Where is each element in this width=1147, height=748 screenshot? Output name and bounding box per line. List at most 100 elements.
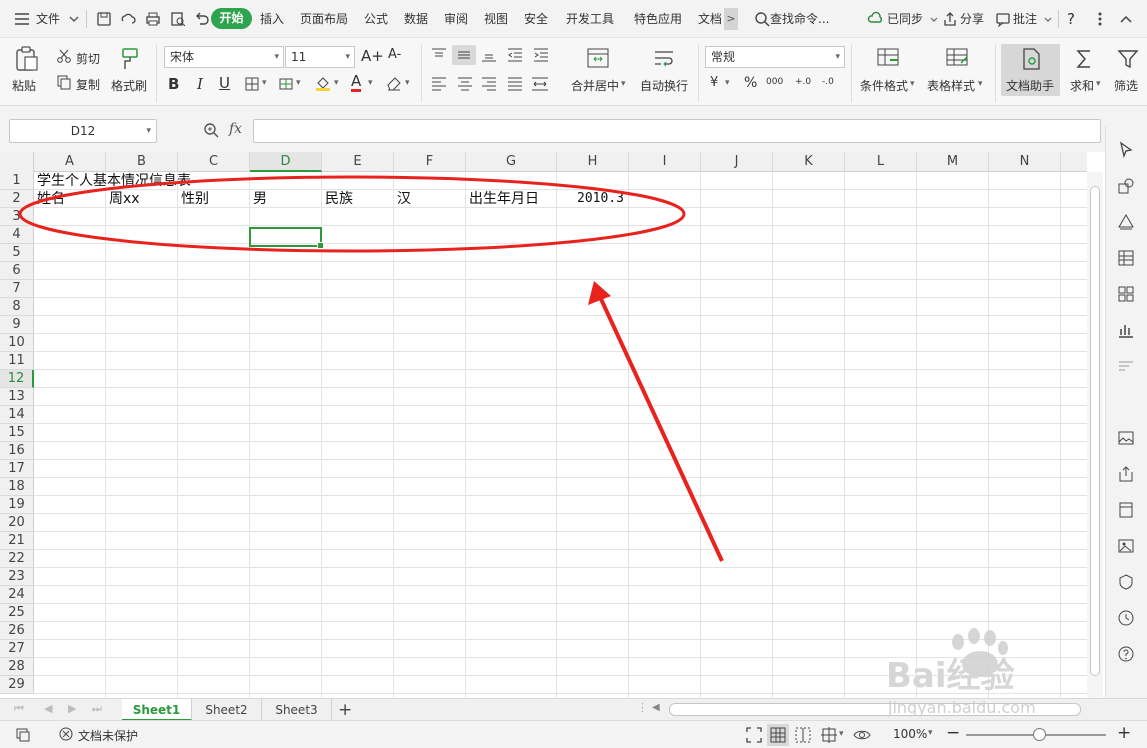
table-style-icon[interactable]: [945, 46, 971, 70]
font-size-select[interactable]: 11 ▾: [285, 46, 355, 68]
column-header-f[interactable]: F: [394, 152, 466, 172]
tab-data[interactable]: 数据: [404, 9, 428, 29]
format-painter-icon[interactable]: [118, 46, 142, 72]
number-format-select[interactable]: 常规 ▾: [705, 46, 845, 68]
filter-settings-icon[interactable]: [1116, 356, 1136, 376]
scissors-icon[interactable]: [56, 48, 72, 64]
hamburger-menu-icon[interactable]: [12, 9, 32, 29]
column-header-a[interactable]: A: [34, 152, 106, 172]
row-header-6[interactable]: 6: [0, 262, 34, 280]
chart-icon[interactable]: [1116, 320, 1136, 340]
row-header-10[interactable]: 10: [0, 334, 34, 352]
wrap-text-icon[interactable]: [652, 46, 676, 70]
cell-f2[interactable]: 汉: [395, 190, 411, 208]
underline-button[interactable]: U: [219, 74, 230, 92]
row-header-29[interactable]: 29: [0, 676, 34, 694]
align-left-icon[interactable]: [430, 75, 448, 91]
protection-status[interactable]: 文档未保护: [78, 727, 138, 744]
cell-h2[interactable]: 2010.3: [575, 190, 624, 208]
sum-icon[interactable]: [1072, 46, 1096, 72]
chevron-down-icon[interactable]: ▾: [910, 79, 915, 89]
row-header-27[interactable]: 27: [0, 640, 34, 658]
thousands-separator-button[interactable]: 000: [766, 77, 783, 87]
cloud-sync-icon[interactable]: [118, 9, 138, 29]
tab-security[interactable]: 安全: [524, 9, 548, 29]
column-header-k[interactable]: K: [773, 152, 845, 172]
row-header-19[interactable]: 19: [0, 496, 34, 514]
row-header-14[interactable]: 14: [0, 406, 34, 424]
cursor-select-icon[interactable]: [1116, 140, 1136, 160]
chevron-down-icon[interactable]: ▾: [839, 729, 844, 739]
tab-special-apps[interactable]: 特色应用: [634, 9, 682, 29]
row-header-13[interactable]: 13: [0, 388, 34, 406]
zoom-slider-knob[interactable]: [1033, 728, 1046, 741]
chevron-down-icon[interactable]: ▾: [725, 78, 730, 88]
style-icon[interactable]: [1116, 212, 1136, 232]
column-header-i[interactable]: I: [629, 152, 701, 172]
column-header-n[interactable]: N: [989, 152, 1061, 172]
format-painter-button[interactable]: 格式刷: [111, 77, 147, 94]
merge-cells-icon[interactable]: [586, 46, 610, 70]
chevron-down-icon[interactable]: ▾: [928, 728, 933, 738]
column-header-g[interactable]: G: [466, 152, 557, 172]
chevron-down-icon[interactable]: ▾: [262, 78, 267, 88]
table-style-button[interactable]: 表格样式: [927, 77, 975, 94]
collapse-ribbon-icon[interactable]: [1116, 9, 1136, 29]
grid-apps-icon[interactable]: [1116, 284, 1136, 304]
vertical-scroll-thumb[interactable]: [1090, 186, 1100, 676]
paste-icon[interactable]: [14, 45, 40, 73]
shield-icon[interactable]: [1116, 572, 1136, 592]
row-header-9[interactable]: 9: [0, 316, 34, 334]
justify-icon[interactable]: [506, 75, 524, 91]
cell-b2[interactable]: 周xx: [107, 190, 140, 208]
conditional-format-button[interactable]: 条件格式: [860, 77, 908, 94]
macro-record-icon[interactable]: [14, 726, 32, 744]
synced-cloud-icon[interactable]: [866, 9, 886, 29]
zoom-level[interactable]: 100%: [893, 727, 927, 741]
row-header-16[interactable]: 16: [0, 442, 34, 460]
row-header-25[interactable]: 25: [0, 604, 34, 622]
column-header-h[interactable]: H: [557, 152, 629, 172]
picture-icon[interactable]: [1116, 536, 1136, 556]
fill-pattern-icon[interactable]: [278, 76, 294, 92]
align-center-icon[interactable]: [456, 75, 474, 91]
sheet-tab-sheet3[interactable]: Sheet3: [262, 699, 332, 721]
column-header-b[interactable]: B: [106, 152, 178, 172]
history-clock-icon[interactable]: [1116, 608, 1136, 628]
cut-button[interactable]: 剪切: [76, 50, 100, 67]
row-header-4[interactable]: 4: [0, 226, 34, 244]
chevron-down-icon[interactable]: ▾: [405, 78, 410, 88]
cell-a1[interactable]: 学生个人基本情况信息表: [35, 172, 191, 190]
name-box[interactable]: D12 ▾: [9, 119, 157, 143]
cell-g2[interactable]: 出生年月日: [467, 190, 539, 208]
increase-decimal-button[interactable]: +.0: [795, 77, 811, 87]
copy-button[interactable]: 复制: [76, 76, 100, 93]
tab-review[interactable]: 审阅: [444, 9, 468, 29]
file-menu[interactable]: 文件: [36, 9, 60, 29]
column-header-l[interactable]: L: [845, 152, 917, 172]
chevron-down-icon[interactable]: ▾: [296, 78, 301, 88]
prev-sheet-icon[interactable]: ◀: [44, 702, 52, 715]
fill-color-icon[interactable]: [314, 74, 332, 92]
italic-button[interactable]: I: [197, 75, 203, 93]
align-top-icon[interactable]: [430, 47, 448, 63]
tab-formulas[interactable]: 公式: [364, 9, 388, 29]
cell-c2[interactable]: 性别: [179, 190, 209, 208]
undo-icon[interactable]: [192, 9, 212, 29]
table-icon[interactable]: [1116, 248, 1136, 268]
zoom-in-button[interactable]: +: [1117, 723, 1131, 743]
help-circle-icon[interactable]: [1116, 644, 1136, 664]
align-right-icon[interactable]: [480, 75, 498, 91]
font-color-button[interactable]: A: [351, 73, 362, 92]
chevron-down-icon[interactable]: ▾: [334, 78, 339, 88]
first-sheet-icon[interactable]: ⏮: [14, 702, 24, 716]
conditional-format-icon[interactable]: [876, 46, 902, 70]
add-sheet-button[interactable]: +: [338, 700, 352, 720]
comment-button[interactable]: 批注: [1013, 9, 1037, 29]
percent-button[interactable]: %: [744, 75, 757, 91]
eraser-icon[interactable]: [385, 75, 403, 91]
increase-indent-icon[interactable]: [532, 47, 550, 63]
more-tabs-button[interactable]: >: [724, 8, 738, 30]
tab-start[interactable]: 开始: [211, 8, 252, 29]
align-middle-button[interactable]: [452, 45, 476, 65]
